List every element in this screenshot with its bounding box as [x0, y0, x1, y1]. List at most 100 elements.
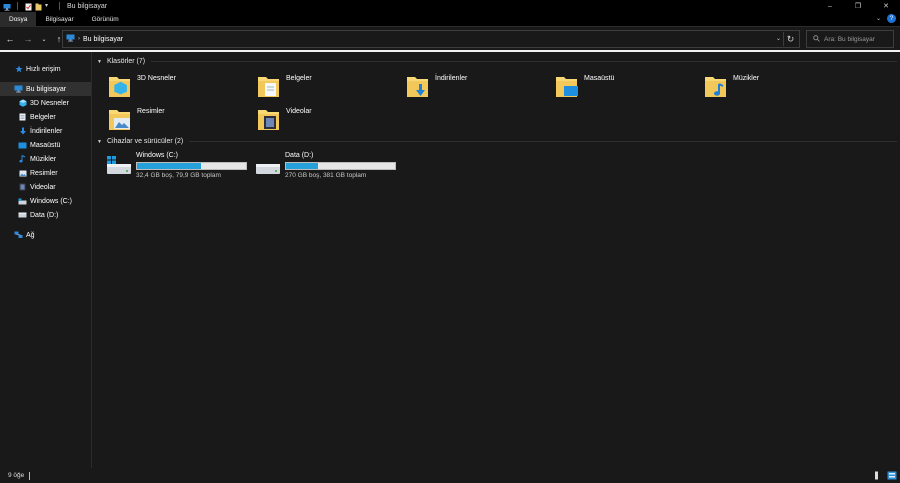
tab-bilgisayar[interactable]: Bilgisayar: [36, 12, 82, 27]
tab-dosya[interactable]: Dosya: [0, 11, 37, 27]
tile-label: Müzikler: [733, 75, 760, 82]
tab-gorunum[interactable]: Görünüm: [83, 12, 128, 27]
drive-name: Windows (C:): [136, 152, 179, 159]
ribbon-tabs: Dosya Bilgisayar Görünüm ⌄ ?: [0, 11, 900, 27]
close-button[interactable]: ✕: [872, 0, 900, 12]
sidebar-item-this-pc[interactable]: Bu bilgisayar: [0, 82, 91, 96]
drive-info: Data (D:) 270 GB boş, 381 GB toplam: [285, 152, 396, 179]
download-icon: [18, 127, 27, 136]
group-title: Klasörler (7): [106, 58, 146, 65]
star-icon: [14, 65, 23, 74]
computer-icon: [66, 34, 75, 44]
sidebar-item-desktop[interactable]: Masaüstü: [0, 138, 91, 152]
address-bar[interactable]: › Bu bilgisayar ⌄ ↻: [62, 30, 800, 48]
folder-tile-3d-objects[interactable]: 3D Nesneler: [108, 73, 176, 101]
sidebar-item-documents[interactable]: Belgeler: [0, 110, 91, 124]
sidebar-item-label: Data (D:): [30, 211, 59, 219]
desktop-icon: [18, 141, 27, 150]
sidebar-item-label: 3D Nesneler: [30, 99, 69, 107]
sidebar-item-label: Belgeler: [30, 113, 56, 121]
windows-drive-icon: [106, 152, 132, 178]
sidebar-item-3d-objects[interactable]: 3D Nesneler: [0, 96, 91, 110]
folder-tile-desktop[interactable]: Masaüstü: [555, 73, 614, 101]
chevron-down-icon: ▼: [97, 138, 102, 145]
breadcrumb-separator[interactable]: ›: [78, 36, 80, 42]
sidebar-item-music[interactable]: Müzikler: [0, 152, 91, 166]
properties-icon[interactable]: [25, 3, 32, 10]
title-bar: ▾ Bu bilgisayar – ❐ ✕: [0, 0, 900, 12]
folder-downloads-icon: [406, 73, 432, 101]
music-icon: [18, 155, 27, 164]
tile-label: Belgeler: [286, 75, 312, 82]
folder-tile-downloads[interactable]: İndirilenler: [406, 73, 467, 101]
sidebar-item-label: Resimler: [30, 169, 58, 177]
drive-icon: [18, 211, 27, 220]
folder-tile-documents[interactable]: Belgeler: [257, 73, 312, 101]
drive-size-text: 270 GB boş, 381 GB toplam: [285, 172, 367, 179]
folder-documents-icon: [257, 73, 283, 101]
tile-label: Masaüstü: [584, 75, 615, 82]
sidebar-item-network[interactable]: Ağ: [0, 228, 91, 242]
details-view-icon[interactable]: [872, 471, 881, 480]
folder-tile-pictures[interactable]: Resimler: [108, 106, 165, 134]
search-box[interactable]: [806, 30, 894, 48]
folder-tile-music[interactable]: Müzikler: [704, 73, 759, 101]
navigation-pane: Hızlı erişim Bu bilgisayar 3D Nesneler B…: [0, 52, 92, 468]
large-icons-view-icon[interactable]: [887, 471, 897, 480]
drive-tile-windows[interactable]: Windows (C:) 32,4 GB boş, 79,9 GB toplam: [106, 152, 247, 179]
sidebar-item-label: Ağ: [26, 231, 35, 239]
folder-tile-videos[interactable]: Videolar: [257, 106, 312, 134]
tile-label: Videolar: [286, 108, 312, 115]
sidebar-item-label: İndirilenler: [30, 127, 63, 135]
sidebar-item-label: Bu bilgisayar: [26, 85, 67, 93]
quick-access-toolbar: ▾ Bu bilgisayar: [0, 0, 107, 12]
content-pane: ▼ Klasörler (7) 3D Nesneler Belgeler İnd…: [93, 52, 900, 468]
cube-icon: [18, 99, 27, 108]
search-input[interactable]: [824, 35, 890, 43]
maximize-button[interactable]: ❐: [844, 0, 872, 12]
drive-tile-data[interactable]: Data (D:) 270 GB boş, 381 GB toplam: [255, 152, 396, 179]
folders-group-header[interactable]: ▼ Klasörler (7): [97, 58, 897, 65]
folder-pictures-icon: [108, 106, 134, 134]
status-bar: 9 öğe: [0, 468, 900, 483]
refresh-button[interactable]: ↻: [783, 32, 797, 46]
tile-label: İndirilenler: [435, 75, 468, 82]
folder-videos-icon: [257, 106, 283, 134]
sidebar-item-label: Müzikler: [30, 155, 57, 163]
sidebar-item-windows-drive[interactable]: Windows (C:): [0, 194, 91, 208]
window-controls: – ❐ ✕: [816, 0, 900, 12]
divider: [189, 141, 897, 142]
address-dropdown-icon[interactable]: ⌄: [776, 35, 781, 42]
sidebar-item-videos[interactable]: Videolar: [0, 180, 91, 194]
breadcrumb[interactable]: Bu bilgisayar: [83, 36, 123, 43]
drive-name: Data (D:): [285, 152, 314, 159]
search-icon: [813, 34, 820, 44]
drive-usage-fill: [137, 163, 202, 169]
drive-usage-bar: [136, 162, 247, 170]
recent-locations-button[interactable]: ⌄: [38, 33, 50, 45]
forward-button[interactable]: →: [22, 33, 34, 45]
help-icon[interactable]: ?: [887, 14, 896, 23]
back-button[interactable]: ←: [4, 33, 16, 45]
sidebar-item-label: Masaüstü: [30, 141, 61, 149]
new-folder-icon[interactable]: [35, 3, 42, 10]
customize-toolbar-icon[interactable]: ▾: [45, 3, 52, 10]
sidebar-item-label: Hızlı erişim: [26, 65, 61, 73]
expand-ribbon-icon[interactable]: ⌄: [876, 15, 881, 22]
ribbon-right-controls: ⌄ ?: [876, 14, 896, 23]
sidebar-item-quick-access[interactable]: Hızlı erişim: [0, 62, 91, 76]
sidebar-item-pictures[interactable]: Resimler: [0, 166, 91, 180]
sidebar-item-data-drive[interactable]: Data (D:): [0, 208, 91, 222]
sidebar-item-downloads[interactable]: İndirilenler: [0, 124, 91, 138]
sidebar-item-label: Videolar: [30, 183, 56, 191]
window-title: Bu bilgisayar: [67, 2, 108, 10]
computer-app-icon: [3, 3, 11, 11]
chevron-down-icon: ▼: [97, 58, 102, 65]
windows-drive-icon: [18, 197, 27, 206]
network-icon: [14, 231, 23, 240]
sidebar-item-label: Windows (C:): [30, 197, 73, 205]
minimize-button[interactable]: –: [816, 0, 844, 12]
drives-group-header[interactable]: ▼ Cihazlar ve sürücüler (2): [97, 138, 897, 145]
tile-label: Resimler: [137, 108, 165, 115]
picture-icon: [18, 169, 27, 178]
